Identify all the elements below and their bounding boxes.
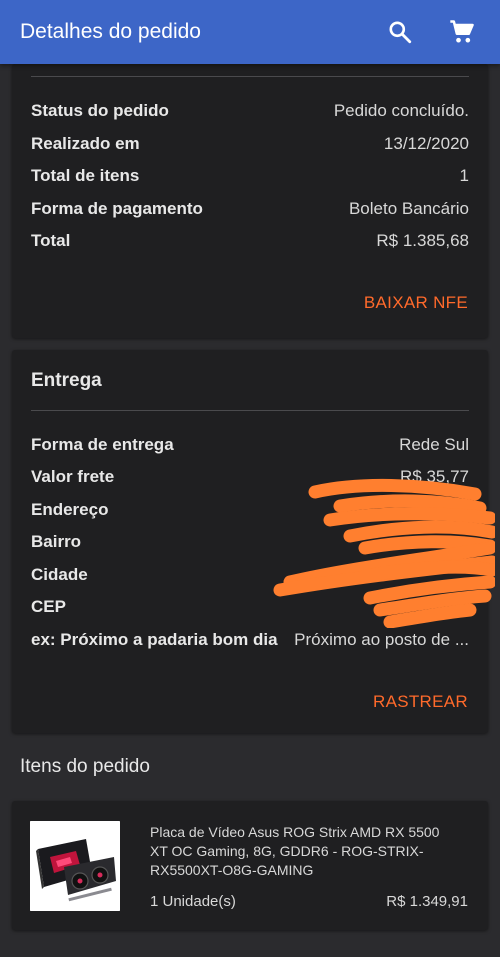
app-bar: Detalhes do pedido [0,0,500,64]
row-value: Rede Sul [399,435,469,454]
product-quantity: 1 Unidade(s) [150,893,236,910]
row-label: CEP [31,597,66,616]
divider [31,76,469,77]
order-row-date: Realizado em 13/12/2020 [31,132,469,156]
row-label: ex: Próximo a padaria bom dia [31,630,278,649]
download-nfe-button[interactable]: BAIXAR NFE [364,293,468,313]
page-title: Detalhes do pedido [20,20,201,43]
delivery-title: Entrega [31,370,102,391]
product-price: R$ 1.349,91 [386,893,468,910]
product-image [30,821,120,911]
row-value: 13/12/2020 [383,134,469,153]
delivery-row-neighborhood: Bairro [31,530,469,554]
order-row-item-count: Total de itens 1 [31,164,469,188]
delivery-card: Entrega Forma de entrega Rede Sul Valor … [12,350,488,733]
row-value: Boleto Bancário [348,199,469,218]
items-section-title: Itens do pedido [20,756,150,777]
row-label: Forma de entrega [31,435,174,454]
search-icon [389,21,412,44]
order-row-total: Total R$ 1.385,68 [31,229,469,253]
order-summary-card: Status do pedido Pedido concluído. Reali… [12,64,488,338]
row-value: 1 [459,166,469,185]
row-value: R$ 1.385,68 [376,231,469,250]
delivery-row-shipping-cost: Valor frete R$ 35,77 [31,465,469,489]
row-value: Pedido concluído. [333,101,469,120]
row-label: Status do pedido [31,101,169,120]
product-name: Placa de Vídeo Asus ROG Strix AMD RX 550… [150,824,440,878]
row-label: Total [31,231,71,250]
track-button[interactable]: RASTREAR [373,692,468,712]
cart-button[interactable] [444,14,480,50]
row-value: Próximo ao posto de ... [294,630,469,649]
row-label: Cidade [31,565,88,584]
delivery-row-zip: CEP [31,595,469,619]
row-label: Realizado em [31,134,140,153]
delivery-row-address: Endereço [31,498,469,522]
row-label: Forma de pagamento [31,199,203,218]
row-label: Total de itens [31,166,140,185]
order-item-card[interactable]: Placa de Vídeo Asus ROG Strix AMD RX 550… [12,801,488,930]
graphics-card-image [30,821,120,911]
delivery-row-city: Cidade [31,563,469,587]
cart-icon [450,20,474,43]
row-value: R$ 35,77 [400,467,469,486]
order-row-status: Status do pedido Pedido concluído. [31,99,469,123]
row-label: Endereço [31,500,109,519]
row-label: Bairro [31,532,82,551]
order-row-payment: Forma de pagamento Boleto Bancário [31,197,469,221]
delivery-row-reference: ex: Próximo a padaria bom dia Próximo ao… [31,628,469,652]
row-label: Valor frete [31,467,115,486]
delivery-row-method: Forma de entrega Rede Sul [31,433,469,457]
search-button[interactable] [382,14,418,50]
divider [31,410,469,411]
